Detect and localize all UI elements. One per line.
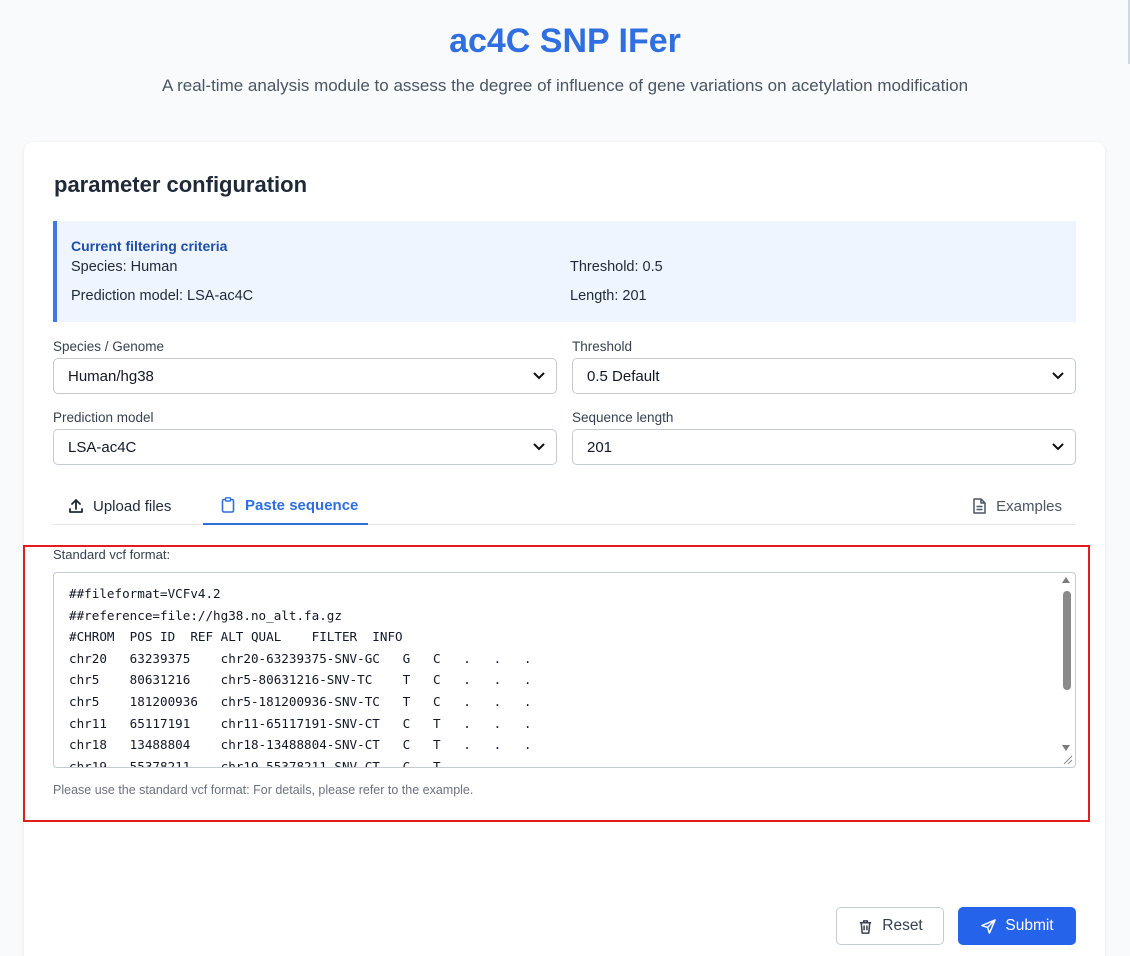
- species-value: Human/hg38: [68, 368, 154, 385]
- criteria-panel: Current filtering criteria Species: Huma…: [53, 221, 1076, 322]
- scroll-up-icon[interactable]: [1062, 577, 1070, 583]
- criteria-model: Prediction model: LSA-ac4C: [71, 288, 254, 304]
- vcf-textarea[interactable]: ##fileformat=VCFv4.2 ##reference=file://…: [53, 572, 1076, 768]
- threshold-label: Threshold: [572, 339, 633, 354]
- clipboard-icon: [221, 497, 235, 513]
- submit-label: Submit: [1005, 917, 1054, 934]
- submit-button[interactable]: Submit: [958, 907, 1076, 945]
- resize-handle-icon[interactable]: [1061, 753, 1073, 765]
- vcf-line: chr20 63239375 chr20-63239375-SNV-GC G C…: [69, 651, 532, 666]
- vcf-line: #CHROM POS ID REF ALT QUAL FILTER INFO: [69, 629, 403, 644]
- threshold-select[interactable]: 0.5 Default: [572, 358, 1076, 394]
- criteria-heading: Current filtering criteria: [71, 238, 228, 254]
- vcf-line: ##fileformat=VCFv4.2: [69, 586, 221, 601]
- criteria-threshold: Threshold: 0.5: [570, 259, 663, 275]
- scroll-thumb[interactable]: [1063, 591, 1071, 690]
- vcf-line: ##reference=file://hg38.no_alt.fa.gz: [69, 608, 342, 623]
- upload-icon: [69, 499, 83, 513]
- chevron-down-icon: [533, 372, 545, 380]
- species-select[interactable]: Human/hg38: [53, 358, 557, 394]
- chevron-down-icon: [533, 443, 545, 451]
- config-title: parameter configuration: [54, 172, 308, 197]
- page-subtitle: A real-time analysis module to assess th…: [161, 76, 969, 95]
- criteria-length: Length: 201: [570, 288, 647, 304]
- vcf-label: Standard vcf format:: [53, 547, 171, 562]
- vcf-line: chr18 13488804 chr18-13488804-SNV-CT C T…: [69, 737, 532, 752]
- criteria-species: Species: Human: [71, 259, 178, 275]
- trash-icon: [860, 919, 872, 934]
- tab-examples-label: Examples: [996, 497, 1062, 515]
- page-title: ac4C SNP IFer: [449, 22, 681, 60]
- tab-upload-files[interactable]: Upload files: [67, 487, 171, 525]
- model-value: LSA-ac4C: [68, 439, 137, 456]
- scroll-down-icon[interactable]: [1062, 745, 1070, 751]
- vcf-hint: Please use the standard vcf format: For …: [53, 783, 474, 797]
- vcf-line: chr19 55378211 chr19-55378211-SNV-CT C T: [69, 759, 441, 768]
- document-icon: [973, 498, 986, 514]
- model-select[interactable]: LSA-ac4C: [53, 429, 557, 465]
- length-select[interactable]: 201: [572, 429, 1076, 465]
- reset-button[interactable]: Reset: [836, 907, 944, 945]
- tab-paste-sequence[interactable]: Paste sequence: [203, 487, 368, 525]
- length-value: 201: [587, 439, 613, 456]
- vcf-line: chr11 65117191 chr11-65117191-SNV-CT C T…: [69, 716, 532, 731]
- textarea-scrollbar[interactable]: [1059, 574, 1074, 754]
- model-label: Prediction model: [53, 410, 154, 425]
- threshold-value: 0.5 Default: [587, 368, 660, 385]
- vcf-line: chr5 80631216 chr5-80631216-SNV-TC T C .…: [69, 672, 532, 687]
- chevron-down-icon: [1052, 443, 1064, 451]
- input-tabs: Upload files Paste sequence Examples: [53, 487, 1076, 525]
- tab-paste-label: Paste sequence: [245, 496, 359, 514]
- send-icon: [981, 918, 997, 934]
- tab-upload-label: Upload files: [93, 497, 172, 515]
- reset-label: Reset: [882, 917, 923, 934]
- tab-examples[interactable]: Examples: [970, 487, 1062, 525]
- vcf-line: chr5 181200936 chr5-181200936-SNV-TC T C…: [69, 694, 532, 709]
- species-label: Species / Genome: [53, 339, 165, 354]
- length-label: Sequence length: [572, 410, 674, 425]
- chevron-down-icon: [1052, 372, 1064, 380]
- config-card: parameter configuration Current filterin…: [23, 142, 1105, 956]
